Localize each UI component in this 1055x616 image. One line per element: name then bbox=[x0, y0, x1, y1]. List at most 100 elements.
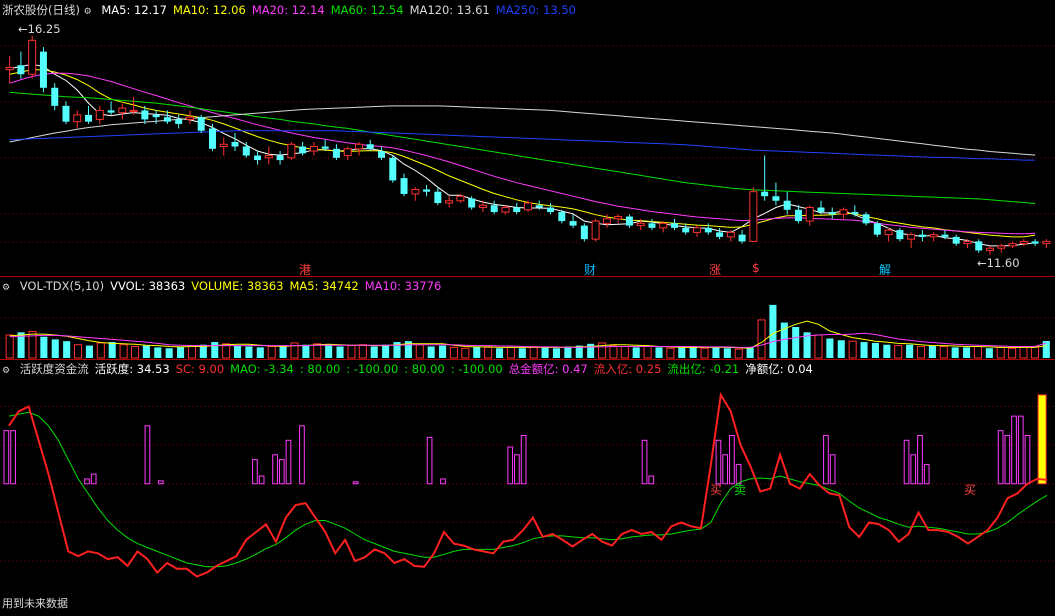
volume-bar[interactable] bbox=[712, 347, 720, 358]
volume-bar[interactable] bbox=[769, 304, 777, 358]
candle-body[interactable] bbox=[535, 205, 543, 208]
volume-bar[interactable] bbox=[734, 348, 743, 359]
volume-bar[interactable] bbox=[473, 346, 481, 358]
volume-bar[interactable] bbox=[848, 340, 857, 359]
volume-bar[interactable] bbox=[279, 345, 287, 358]
candle-body[interactable] bbox=[5, 66, 14, 71]
candle-body[interactable] bbox=[558, 212, 566, 222]
candle-body[interactable] bbox=[1008, 243, 1017, 247]
candle-body[interactable] bbox=[107, 110, 115, 113]
volume-bar[interactable] bbox=[985, 348, 993, 358]
candle-body[interactable] bbox=[85, 114, 93, 122]
candle-body[interactable] bbox=[468, 198, 476, 208]
volume-bar[interactable] bbox=[370, 346, 378, 358]
volume-bar[interactable] bbox=[449, 346, 458, 359]
volume-bar[interactable] bbox=[1019, 346, 1028, 359]
volume-bar[interactable] bbox=[336, 346, 344, 358]
volume-bar[interactable] bbox=[347, 345, 356, 359]
volume-bar[interactable] bbox=[40, 336, 48, 358]
event-marker[interactable]: 解 bbox=[879, 261, 891, 278]
volume-bar[interactable] bbox=[245, 346, 253, 358]
candle-body[interactable] bbox=[456, 195, 465, 202]
candle-body[interactable] bbox=[963, 240, 972, 245]
candle-body[interactable] bbox=[434, 191, 442, 203]
candle-body[interactable] bbox=[17, 65, 25, 75]
volume-bar[interactable] bbox=[461, 347, 470, 359]
candle-body[interactable] bbox=[163, 117, 171, 122]
candle-body[interactable] bbox=[952, 236, 960, 244]
volume-bar[interactable] bbox=[894, 345, 903, 359]
signal-marker[interactable]: 卖 bbox=[734, 481, 746, 498]
candle-body[interactable] bbox=[400, 178, 408, 194]
candle-body[interactable] bbox=[39, 51, 47, 88]
candle-body[interactable] bbox=[580, 225, 588, 240]
candle-body[interactable] bbox=[569, 221, 577, 226]
stock-chart-canvas[interactable] bbox=[0, 0, 1055, 616]
settings-icon[interactable]: ⚙ bbox=[84, 7, 92, 17]
volume-bar[interactable] bbox=[564, 346, 572, 358]
candle-body[interactable] bbox=[625, 216, 633, 226]
volume-bar[interactable] bbox=[256, 347, 264, 358]
candle-body[interactable] bbox=[231, 142, 239, 147]
candle-body[interactable] bbox=[185, 116, 194, 120]
volume-bar[interactable] bbox=[302, 344, 310, 358]
candle-body[interactable] bbox=[794, 209, 802, 222]
candle-body[interactable] bbox=[941, 234, 949, 237]
volume-bar[interactable] bbox=[51, 339, 59, 358]
volume-bar[interactable] bbox=[518, 348, 526, 358]
volume-bar[interactable] bbox=[495, 348, 504, 358]
candle-body[interactable] bbox=[772, 196, 780, 201]
volume-bar[interactable] bbox=[609, 345, 618, 359]
volume-bar[interactable] bbox=[85, 345, 93, 358]
candle-body[interactable] bbox=[152, 114, 160, 118]
candle-body[interactable] bbox=[839, 209, 848, 215]
volume-bar[interactable] bbox=[187, 345, 196, 359]
volume-bar[interactable] bbox=[723, 348, 731, 358]
candle-body[interactable] bbox=[389, 157, 397, 181]
volume-bar[interactable] bbox=[928, 345, 936, 358]
volume-bar[interactable] bbox=[313, 343, 322, 359]
volume-bar[interactable] bbox=[678, 347, 686, 358]
candle-body[interactable] bbox=[682, 227, 690, 233]
candle-body[interactable] bbox=[501, 207, 510, 213]
candle-body[interactable] bbox=[896, 230, 904, 240]
volume-bar[interactable] bbox=[1008, 347, 1017, 359]
candle-body[interactable] bbox=[299, 146, 307, 154]
volume-bar[interactable] bbox=[484, 346, 493, 359]
volume-bar[interactable] bbox=[541, 347, 549, 358]
candle-body[interactable] bbox=[986, 247, 995, 251]
volume-bar[interactable] bbox=[973, 345, 982, 359]
volume-bar[interactable] bbox=[427, 346, 435, 358]
candle-body[interactable] bbox=[693, 227, 702, 233]
candle-body[interactable] bbox=[805, 207, 814, 222]
candle-body[interactable] bbox=[918, 234, 926, 237]
signal-marker[interactable]: 买 bbox=[964, 481, 976, 498]
candle-body[interactable] bbox=[975, 241, 983, 251]
volume-bar[interactable] bbox=[108, 342, 116, 358]
volume-bar[interactable] bbox=[233, 345, 242, 358]
candle-body[interactable] bbox=[659, 222, 668, 229]
candle-body[interactable] bbox=[95, 109, 104, 120]
volume-bar[interactable] bbox=[211, 342, 219, 358]
candle-body[interactable] bbox=[175, 119, 183, 124]
volume-bar[interactable] bbox=[814, 334, 823, 359]
volume-bar[interactable] bbox=[939, 345, 948, 359]
volume-bar[interactable] bbox=[757, 319, 766, 359]
candle-body[interactable] bbox=[704, 227, 712, 233]
volume-bar[interactable] bbox=[689, 346, 697, 358]
candle-body[interactable] bbox=[817, 207, 825, 213]
volume-bar[interactable] bbox=[267, 345, 276, 359]
candle-body[interactable] bbox=[445, 200, 454, 204]
candle-body[interactable] bbox=[287, 143, 296, 159]
volume-bar[interactable] bbox=[996, 346, 1005, 359]
candle-body[interactable] bbox=[118, 107, 127, 114]
event-marker[interactable]: 港 bbox=[299, 261, 311, 278]
volume-bar[interactable] bbox=[358, 344, 367, 359]
volume-bar[interactable] bbox=[655, 347, 663, 358]
candle-body[interactable] bbox=[738, 234, 746, 242]
candle-body[interactable] bbox=[1031, 241, 1039, 244]
candle-body[interactable] bbox=[614, 216, 623, 220]
candle-body[interactable] bbox=[602, 218, 611, 224]
candle-body[interactable] bbox=[276, 155, 284, 161]
candle-body[interactable] bbox=[28, 39, 37, 75]
